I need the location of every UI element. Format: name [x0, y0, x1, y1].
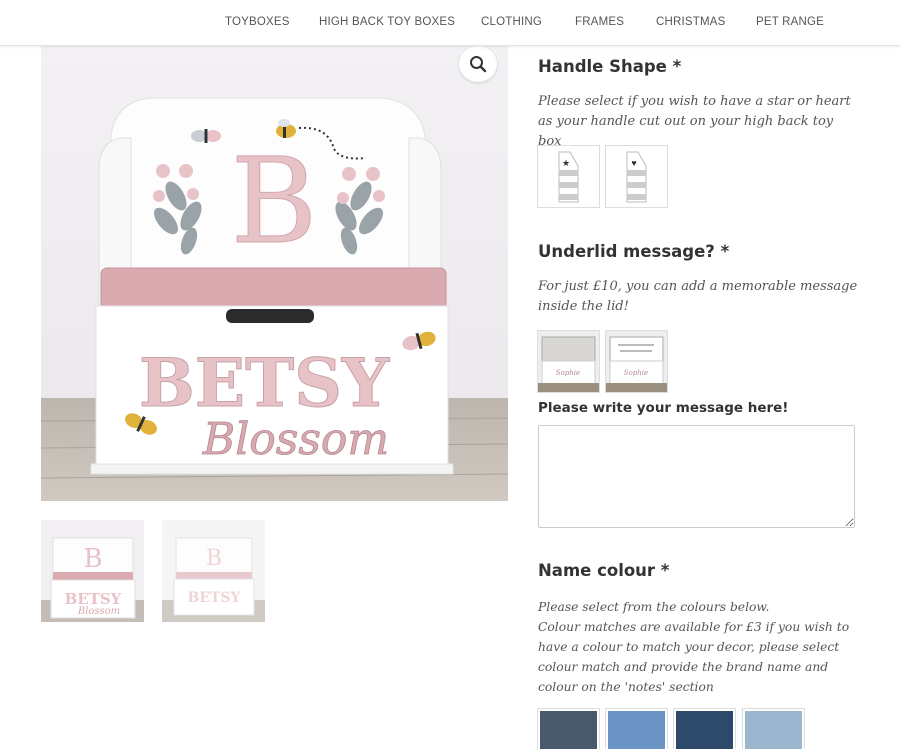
svg-text:Sophie: Sophie: [624, 369, 648, 377]
name-colour-title: Name colour *: [538, 561, 670, 580]
underlid-preview-image: Sophie: [606, 331, 667, 392]
svg-text:Sophie: Sophie: [556, 369, 580, 377]
name-colour-section: Name colour * Please select from the col…: [538, 561, 860, 697]
svg-text:★: ★: [562, 158, 570, 168]
swatch-fill: [745, 711, 802, 749]
svg-text:BETSY: BETSY: [187, 590, 241, 606]
handle-option-star[interactable]: ★: [537, 145, 600, 208]
product-thumbnail-1[interactable]: B BETSY Blossom: [41, 520, 144, 622]
underlid-title: Underlid message? *: [538, 242, 730, 261]
swatch-fill: [540, 711, 597, 749]
thumbnail-image: B BETSY: [162, 520, 265, 622]
colour-swatch-4[interactable]: [742, 708, 805, 749]
colour-swatch-2[interactable]: [605, 708, 668, 749]
magnifier-icon: [470, 56, 487, 73]
swatch-fill: [608, 711, 665, 749]
underlid-section: Underlid message? * For just £10, you ca…: [538, 242, 858, 317]
svg-text:Blossom: Blossom: [77, 606, 120, 617]
nav-item-toyboxes[interactable]: TOYBOXES: [225, 16, 290, 28]
svg-text:B: B: [206, 546, 222, 571]
message-label: Please write your message here!: [538, 400, 789, 416]
underlid-option-2[interactable]: Sophie: [605, 330, 668, 393]
nav-item-clothing[interactable]: CLOTHING: [481, 16, 542, 28]
nav-item-pet-range[interactable]: PET RANGE: [756, 16, 824, 28]
underlid-option-1[interactable]: Sophie: [537, 330, 600, 393]
top-navigation: TOYBOXES HIGH BACK TOY BOXES CLOTHING FR…: [0, 0, 900, 46]
name-colour-description: Colour matches are available for £3 if y…: [538, 620, 850, 694]
nav-item-christmas[interactable]: CHRISTMAS: [656, 16, 726, 28]
handle-shape-description: Please select if you wish to have a star…: [538, 94, 851, 149]
underlid-description: For just £10, you can add a memorable me…: [538, 279, 858, 314]
svg-text:B: B: [83, 544, 102, 574]
swatch-fill: [676, 711, 733, 749]
message-textarea[interactable]: [538, 425, 855, 528]
handle-shape-title: Handle Shape *: [538, 57, 682, 76]
svg-text:BETSY: BETSY: [139, 344, 390, 422]
colour-swatch-1[interactable]: [537, 708, 600, 749]
name-colour-description-line1: Please select from the colours below.: [538, 600, 770, 614]
product-main-image[interactable]: B BETSY Blossom: [41, 46, 508, 501]
nav-item-frames[interactable]: FRAMES: [575, 16, 624, 28]
thumbnail-image: B BETSY Blossom: [41, 520, 144, 622]
svg-text:♥: ♥: [631, 158, 636, 168]
star-handle-icon: ★: [558, 151, 579, 203]
nav-item-high-back-toy-boxes[interactable]: HIGH BACK TOY BOXES: [319, 16, 455, 28]
svg-text:Blossom: Blossom: [202, 414, 389, 465]
svg-text:B: B: [231, 132, 318, 270]
handle-option-heart[interactable]: ♥: [605, 145, 668, 208]
product-thumbnail-2[interactable]: B BETSY: [162, 520, 265, 622]
colour-swatch-3[interactable]: [673, 708, 736, 749]
toy-box-illustration: B BETSY Blossom: [41, 46, 508, 501]
heart-handle-icon: ♥: [626, 151, 647, 203]
underlid-preview-image: Sophie: [538, 331, 599, 392]
handle-shape-section: Handle Shape * Please select if you wish…: [538, 57, 858, 152]
zoom-button[interactable]: [459, 46, 497, 82]
